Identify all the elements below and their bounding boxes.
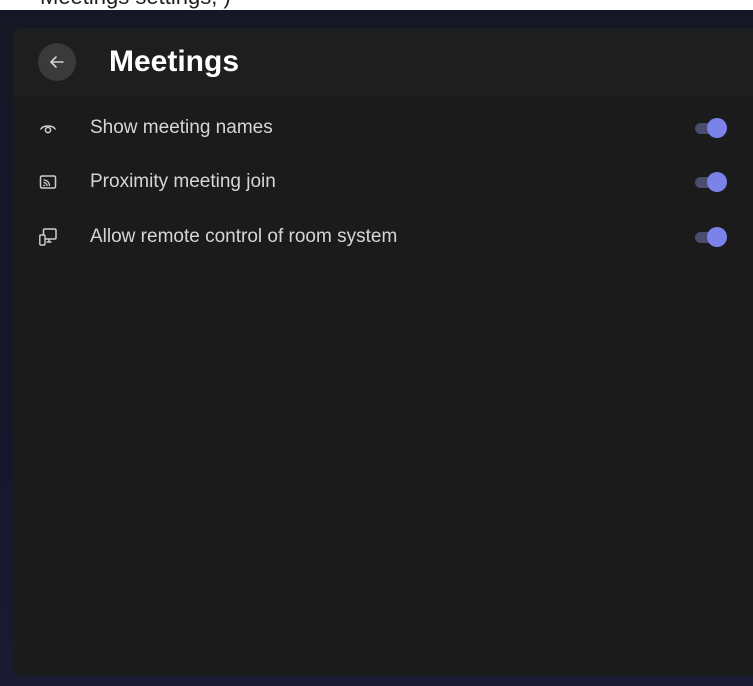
toggle-thumb <box>707 172 727 192</box>
back-button[interactable] <box>38 43 76 81</box>
page-title: Meetings <box>109 45 240 78</box>
show-meeting-names-toggle[interactable] <box>693 118 727 138</box>
arrow-left-icon <box>50 56 64 68</box>
app-backdrop: Meetings settings, ) Meetings Show meeti… <box>0 0 753 686</box>
setting-row-proximity-meeting-join: Proximity meeting join <box>13 154 753 209</box>
setting-label: Show meeting names <box>90 117 273 138</box>
setting-label: Allow remote control of room system <box>90 226 398 247</box>
remote-device-icon <box>39 228 57 246</box>
setting-label: Proximity meeting join <box>90 171 276 192</box>
panel-header: Meetings <box>13 28 753 96</box>
setting-row-remote-control: Allow remote control of room system <box>13 209 753 264</box>
cast-icon <box>39 175 57 189</box>
setting-row-show-meeting-names: Show meeting names <box>13 100 753 155</box>
toggle-thumb <box>707 118 727 138</box>
eye-icon <box>40 125 56 134</box>
toggle-thumb <box>707 227 727 247</box>
settings-panel: Meetings Show meeting names Proximity me… <box>13 28 753 676</box>
proximity-meeting-join-toggle[interactable] <box>693 172 727 192</box>
window-caption-fragment: Meetings settings, ) <box>40 0 231 19</box>
remote-control-toggle[interactable] <box>693 227 727 247</box>
